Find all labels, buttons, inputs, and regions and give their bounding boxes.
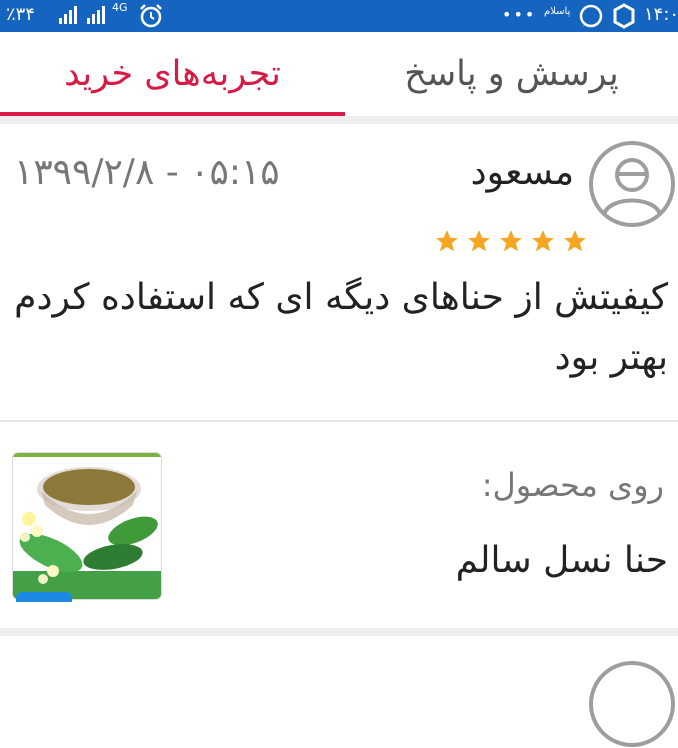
notification-app-icon: پاسلام bbox=[544, 6, 571, 17]
star-icon bbox=[436, 230, 458, 252]
tab-bar: تجربه‌های خرید پرسش و پاسخ bbox=[0, 32, 678, 116]
review-text: کیفیتش از حناهای دیگه ای که استفاده کردم… bbox=[14, 277, 668, 378]
star-icon bbox=[564, 230, 587, 252]
on-product-label: روی محصول: bbox=[481, 466, 664, 504]
overflow-dots: ••• bbox=[502, 5, 537, 24]
review-date: ۰۵:۱۵ - ۱۳۹۹/۲/۸ bbox=[14, 152, 280, 193]
tab-purchase-experiences[interactable]: تجربه‌های خرید bbox=[0, 32, 345, 116]
section-divider bbox=[0, 628, 678, 636]
battery-percent: ٪۳۴ bbox=[6, 4, 36, 25]
user-avatar-icon bbox=[589, 141, 675, 227]
next-user-avatar-icon bbox=[589, 661, 675, 747]
star-icon bbox=[468, 230, 490, 252]
shield-icon bbox=[613, 3, 635, 29]
henna-bowl-image bbox=[13, 453, 161, 599]
status-bar: ٪۳۴ 4G ••• پاسلام ۱۴:۰ bbox=[0, 0, 678, 32]
product-thumbnail[interactable] bbox=[12, 452, 162, 600]
product-name[interactable]: حنا نسل سالم bbox=[456, 540, 668, 581]
network-type: 4G bbox=[112, 1, 128, 14]
divider bbox=[0, 420, 678, 422]
reviewer-name: مسعود bbox=[470, 152, 574, 193]
whatsapp-icon bbox=[579, 4, 603, 28]
tab-questions-answers[interactable]: پرسش و پاسخ bbox=[345, 32, 678, 116]
section-divider bbox=[0, 116, 678, 124]
clock-time: ۱۴:۰ bbox=[644, 4, 678, 25]
product-badge bbox=[16, 592, 72, 602]
rating-stars bbox=[434, 228, 589, 256]
signal-icon bbox=[59, 6, 77, 24]
signal-icon-2 bbox=[87, 6, 105, 24]
star-icon bbox=[500, 230, 523, 252]
alarm-icon bbox=[140, 4, 162, 28]
star-icon bbox=[532, 230, 555, 252]
